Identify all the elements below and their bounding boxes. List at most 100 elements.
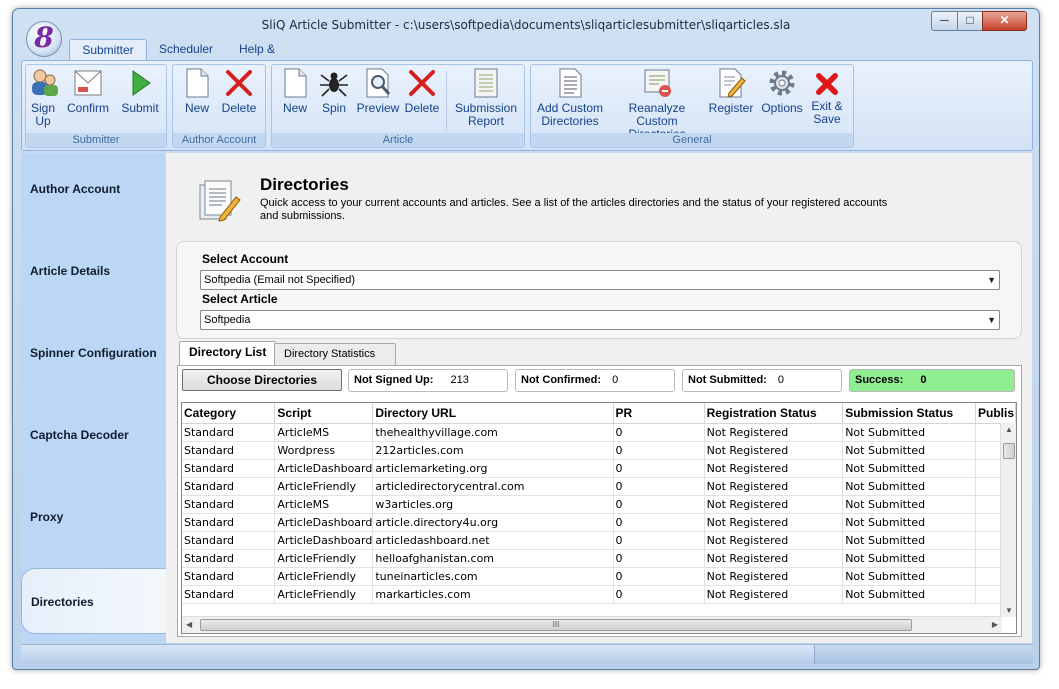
spider-icon — [320, 72, 348, 97]
article-new-button[interactable]: New — [278, 67, 312, 115]
success-label: Success: — [855, 374, 904, 386]
column-header-script[interactable]: Script — [274, 403, 374, 424]
horizontal-scrollbar[interactable]: ◀ III ▶ — [182, 616, 1002, 633]
cell-submission-status: Not Submitted — [842, 423, 976, 442]
success-value: 0 — [920, 374, 927, 386]
register-button[interactable]: Register — [707, 67, 755, 115]
submission-report-button[interactable]: Submission Report — [450, 67, 522, 128]
column-header-pr[interactable]: PR — [613, 403, 705, 424]
group-label-submitter: Submitter — [26, 133, 166, 147]
column-header-category[interactable]: Category — [182, 403, 276, 424]
reanalyze-icon — [644, 69, 671, 97]
table-row[interactable]: Standard ArticleDashboard articlemarketing… — [182, 459, 1016, 478]
sidebar-item-spinner-configuration[interactable]: Spinner Configuration — [21, 320, 165, 386]
scroll-down-arrow[interactable]: ▼ — [1005, 606, 1013, 615]
table-row[interactable]: Standard ArticleFriendly tuneinarticles.co… — [182, 567, 1016, 586]
sign-up-button[interactable]: Sign Up — [28, 67, 58, 128]
scroll-right-arrow[interactable]: ▶ — [992, 620, 998, 629]
article-delete-button[interactable]: Delete — [402, 67, 442, 115]
cell-category: Standard — [182, 459, 276, 478]
spin-button[interactable]: Spin — [316, 67, 352, 115]
column-header-registration-status[interactable]: Registration Status — [704, 403, 844, 424]
exit-save-button[interactable]: Exit & Save — [807, 67, 847, 126]
preview-button[interactable]: Preview — [356, 67, 400, 115]
tab-directory-list[interactable]: Directory List — [179, 341, 277, 366]
select-account-label: Select Account — [202, 252, 289, 266]
maximize-button[interactable]: □ — [957, 11, 983, 31]
report-icon — [474, 68, 498, 98]
reanalyze-custom-directories-button[interactable]: Reanalyze Custom Directories — [609, 67, 705, 141]
cell-submission-status: Not Submitted — [842, 585, 976, 604]
group-label-general: General — [531, 133, 853, 147]
scroll-left-arrow[interactable]: ◀ — [186, 620, 192, 629]
sidebar-item-article-details[interactable]: Article Details — [21, 238, 165, 304]
spin-label: Spin — [321, 101, 347, 115]
article-select[interactable]: Softpedia ▼ — [200, 310, 1000, 330]
cell-submission-status: Not Submitted — [842, 513, 976, 532]
close-button[interactable]: ✕ — [982, 11, 1027, 31]
cell-script: Wordpress — [274, 441, 374, 460]
preview-label: Preview — [356, 101, 400, 115]
cell-submission-status: Not Submitted — [842, 459, 976, 478]
success-stat: Success: 0 — [849, 369, 1015, 392]
add-custom-directories-button[interactable]: Add Custom Directories — [533, 67, 607, 128]
cell-registration-status: Not Registered — [704, 513, 844, 532]
table-row[interactable]: Standard ArticleFriendly helloafghanistan.… — [182, 549, 1016, 568]
chevron-down-icon: ▼ — [987, 315, 996, 325]
group-article: New Spin Preview Delete Submission Repor… — [271, 64, 525, 148]
sidebar-item-proxy[interactable]: Proxy — [21, 484, 165, 550]
directory-table: Category Script Directory URL PR Registr… — [181, 402, 1017, 634]
column-header-directory-url[interactable]: Directory URL — [372, 403, 614, 424]
author-new-button[interactable]: New — [179, 67, 215, 115]
tab-scheduler[interactable]: Scheduler — [149, 39, 223, 61]
table-row[interactable]: Standard ArticleMS w3articles.org 0 Not Regi… — [182, 495, 1016, 514]
scroll-up-arrow[interactable]: ▲ — [1005, 425, 1013, 434]
directories-page-icon — [199, 180, 241, 222]
account-select[interactable]: Softpedia (Email not Specified) ▼ — [200, 270, 1000, 290]
cell-category: Standard — [182, 567, 276, 586]
choose-directories-button[interactable]: Choose Directories — [182, 369, 342, 391]
page-description: Quick access to your current accounts an… — [260, 197, 888, 222]
cell-submission-status: Not Submitted — [842, 441, 976, 460]
cell-submission-status: Not Submitted — [842, 477, 976, 496]
table-row[interactable]: Standard ArticleMS thehealthyvillage.com 0 N… — [182, 423, 1016, 442]
table-row[interactable]: Standard ArticleDashboard articledashboard… — [182, 531, 1016, 550]
cell-pr: 0 — [613, 585, 705, 604]
cell-directory-url: w3articles.org — [372, 495, 614, 514]
options-button[interactable]: Options — [759, 67, 805, 115]
submit-button[interactable]: Submit — [118, 67, 162, 115]
cell-category: Standard — [182, 549, 276, 568]
cell-script: ArticleFriendly — [274, 567, 374, 586]
tab-directory-statistics[interactable]: Directory Statistics — [274, 343, 396, 365]
sign-up-label: Sign Up — [30, 101, 56, 128]
group-label-article: Article — [272, 133, 524, 147]
column-header-published[interactable]: Publis — [975, 403, 1016, 424]
tab-submitter[interactable]: Submitter — [69, 39, 147, 61]
author-delete-button[interactable]: Delete — [219, 67, 259, 115]
column-header-submission-status[interactable]: Submission Status — [842, 403, 976, 424]
add-custom-directories-label: Add Custom Directories — [536, 101, 604, 128]
confirm-button[interactable]: Confirm — [64, 67, 112, 115]
cell-directory-url: tuneinarticles.com — [372, 567, 614, 586]
app-menu-orb[interactable]: 8 — [26, 21, 62, 57]
directory-grid: Category Script Directory URL PR Registr… — [182, 403, 1016, 604]
vertical-scroll-thumb[interactable] — [1003, 443, 1015, 459]
sidebar-item-author-account[interactable]: Author Account — [21, 156, 165, 222]
horizontal-scroll-thumb[interactable]: III — [200, 619, 912, 631]
sidebar-item-directories[interactable]: Directories — [21, 568, 167, 634]
cell-pr: 0 — [613, 549, 705, 568]
table-row[interactable]: Standard ArticleFriendly articledirectoryc… — [182, 477, 1016, 496]
cell-category: Standard — [182, 585, 276, 604]
table-row[interactable]: Standard ArticleDashboard article.director… — [182, 513, 1016, 532]
cell-directory-url: articledashboard.net — [372, 531, 614, 550]
sidebar-item-captcha-decoder[interactable]: Captcha Decoder — [21, 402, 165, 468]
chevron-down-icon: ▼ — [987, 275, 996, 285]
cell-directory-url: thehealthyvillage.com — [372, 423, 614, 442]
tab-help-support[interactable]: Help & Support — [229, 39, 291, 77]
main-content: Directories Quick access to your current… — [166, 153, 1032, 643]
table-row[interactable]: Standard Wordpress 212articles.com 0 Not Reg… — [182, 441, 1016, 460]
vertical-scrollbar[interactable]: ▲ ▼ — [1000, 423, 1016, 617]
minimize-button[interactable]: ─ — [931, 11, 958, 31]
exit-save-label: Exit & Save — [811, 99, 843, 126]
table-row[interactable]: Standard ArticleFriendly markarticles.com 0… — [182, 585, 1016, 604]
